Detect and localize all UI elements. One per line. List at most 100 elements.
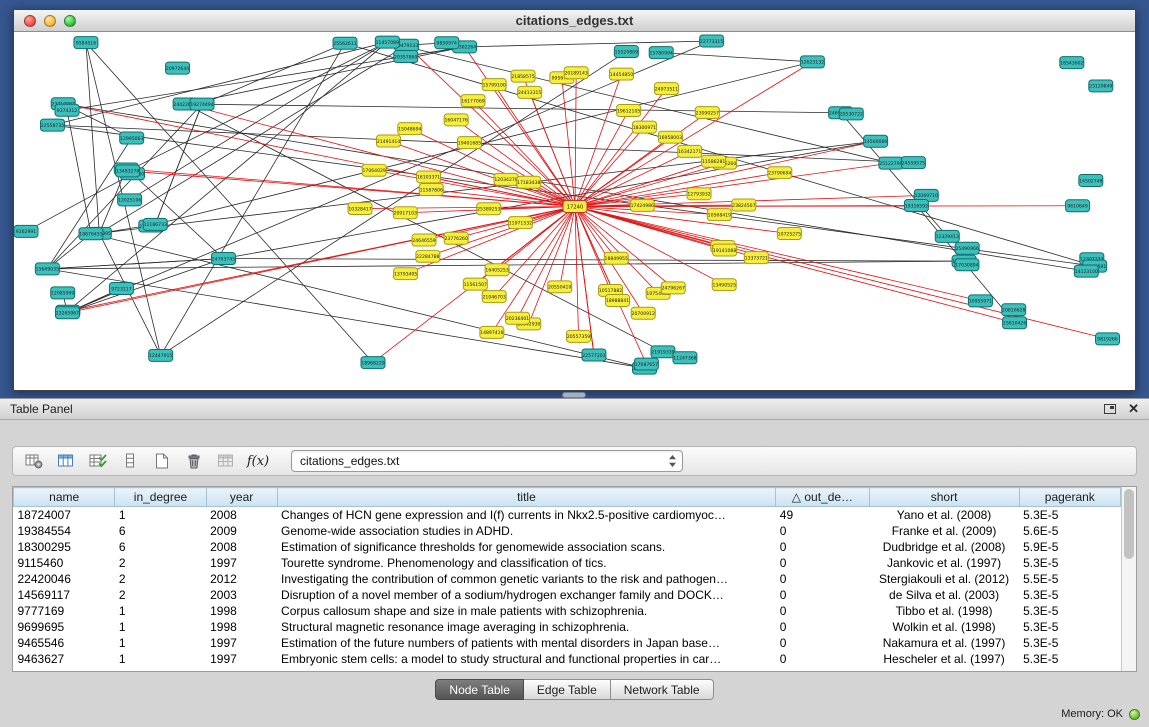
table-row[interactable]: 946554611997Estimation of the future num… [14,635,1121,651]
table-cell: 2 [115,555,206,571]
column-header-year[interactable]: year [206,488,277,507]
network-node-label: 24703745 [212,256,235,262]
table-cell: 1998 [206,603,277,619]
network-node-label: 12034278 [494,177,517,183]
network-node-label: 24559575 [902,160,925,166]
network-node-label: 11971532 [509,220,532,226]
table-row[interactable]: 911546021997Tourette syndrome. Phenomeno… [14,555,1121,571]
table-cell: 1997 [206,635,277,651]
close-window-button[interactable] [24,15,36,27]
select-rows-icon[interactable] [85,449,111,473]
table-cell: 1997 [206,651,277,667]
table-source-dropdown[interactable]: citations_edges.txt [291,450,683,472]
minimize-window-button[interactable] [44,15,56,27]
table-cell: 5.5E-5 [1019,571,1120,587]
network-node-label: 12995063 [120,136,143,142]
table-tabs: Node TableEdge TableNetwork Table [0,679,1149,700]
table-row[interactable]: 1830029562008Estimation of significance … [14,539,1121,555]
network-node-label: 20917103 [394,211,417,217]
network-node-label: 14560089 [864,139,887,145]
network-node-label: 23824507 [732,203,755,209]
table-row[interactable]: 1872400712008Changes of HCN gene express… [14,507,1121,523]
table-row[interactable]: 969969511998Structural magnetic resonanc… [14,619,1121,635]
table-cell: 0 [776,523,869,539]
table-cell: 9465546 [14,635,115,651]
table-cell: 0 [776,587,869,603]
network-edge [575,207,724,285]
new-file-icon[interactable] [149,449,175,473]
table-scrollbar-thumb[interactable] [1124,489,1134,559]
rows-icon[interactable] [117,449,143,473]
network-node-label: 9374312 [57,108,78,114]
memory-status-label: Memory: OK [1061,708,1123,720]
network-edge [575,207,1015,323]
table-row[interactable]: 977716911998Corpus callosum shape and si… [14,603,1121,619]
function-builder-icon[interactable]: f(x) [245,449,271,473]
table-cell: 0 [776,539,869,555]
show-columns-icon[interactable] [53,449,79,473]
network-view-frame: citations_edges.txt 23710087247037452310… [0,0,1149,398]
network-node-label: 11586281 [702,159,725,165]
network-node-label: 15799100 [483,82,506,88]
network-node-label: 24973511 [655,86,678,92]
tab-node-table[interactable]: Node Table [435,679,524,700]
network-edge [133,174,224,259]
tab-edge-table[interactable]: Edge Table [524,679,611,700]
memory-status-indicator [1129,709,1140,720]
network-node-label: 10517882 [599,288,622,294]
network-edge [661,53,812,62]
table-row[interactable]: 1456911722003Disruption of a novel membe… [14,587,1121,603]
rows-glyph [121,453,139,469]
zoom-window-button[interactable] [64,15,76,27]
network-node-label: 14123100 [1075,269,1098,275]
column-header-name[interactable]: name [14,488,115,507]
network-node-label: 23265067 [56,311,79,317]
table-cell: 9777169 [14,603,115,619]
network-node-label: 25490966 [955,246,978,252]
network-canvas[interactable]: 2371008724703745231044142159197911186733… [14,33,1135,390]
tab-network-table[interactable]: Network Table [611,679,714,700]
column-header-pagerank[interactable]: pagerank [1019,488,1120,507]
column-header-out-de[interactable]: △ out_de… [776,488,869,507]
network-edge [575,127,644,206]
network-node-label: 19612105 [617,108,640,114]
attribute-table: namein_degreeyeartitle△ out_de…shortpage… [13,487,1121,667]
column-header-in-degree[interactable]: in_degree [115,488,206,507]
network-node-label: 9262991 [16,229,37,235]
network-node-label: 21919339 [651,350,674,356]
network-node-label: 23790694 [768,170,791,176]
table-row[interactable]: 2242004622012Investigating the contribut… [14,571,1121,587]
table-cell: Tourette syndrome. Phenomenology and cla… [277,555,776,571]
table-cell: 2009 [206,523,277,539]
table-row[interactable]: 1938455462009Genome-wide association stu… [14,523,1121,539]
table-row[interactable]: 946362711997Embryonic stem cells: a mode… [14,651,1121,667]
network-edge [841,113,948,237]
network-node-label: 18676455 [79,232,102,238]
network-node-label: 16047176 [444,118,467,124]
table-cell: 2003 [206,587,277,603]
column-header-short[interactable]: short [869,488,1019,507]
table-cell: Disruption of a novel member of a sodium… [277,587,776,603]
network-window-titlebar[interactable]: citations_edges.txt [14,10,1135,32]
table-cell: 0 [776,651,869,667]
network-node-label: 10328417 [348,206,371,212]
network-node-label: 11561507 [464,282,487,288]
close-panel-icon[interactable]: ✕ [1128,403,1139,415]
table-scrollbar[interactable] [1121,487,1136,671]
network-node-label: 11247368 [673,356,696,362]
select-rows-glyph [89,453,107,469]
network-node-label: 15520809 [615,49,638,55]
float-panel-icon[interactable] [1104,404,1116,414]
network-node-label: 13373721 [745,255,768,261]
table-settings-icon[interactable] [21,449,47,473]
network-edge [223,259,964,262]
table-source-value: citations_edges.txt [300,454,399,468]
network-node-label: 11329413 [936,234,959,240]
network-node-label: 14897418 [480,330,503,336]
table-cell: 1 [115,635,206,651]
network-node-label: 14502748 [1079,178,1102,184]
import-table-icon[interactable] [213,449,239,473]
delete-icon[interactable] [181,449,207,473]
network-edge [575,207,658,294]
column-header-title[interactable]: title [277,488,776,507]
